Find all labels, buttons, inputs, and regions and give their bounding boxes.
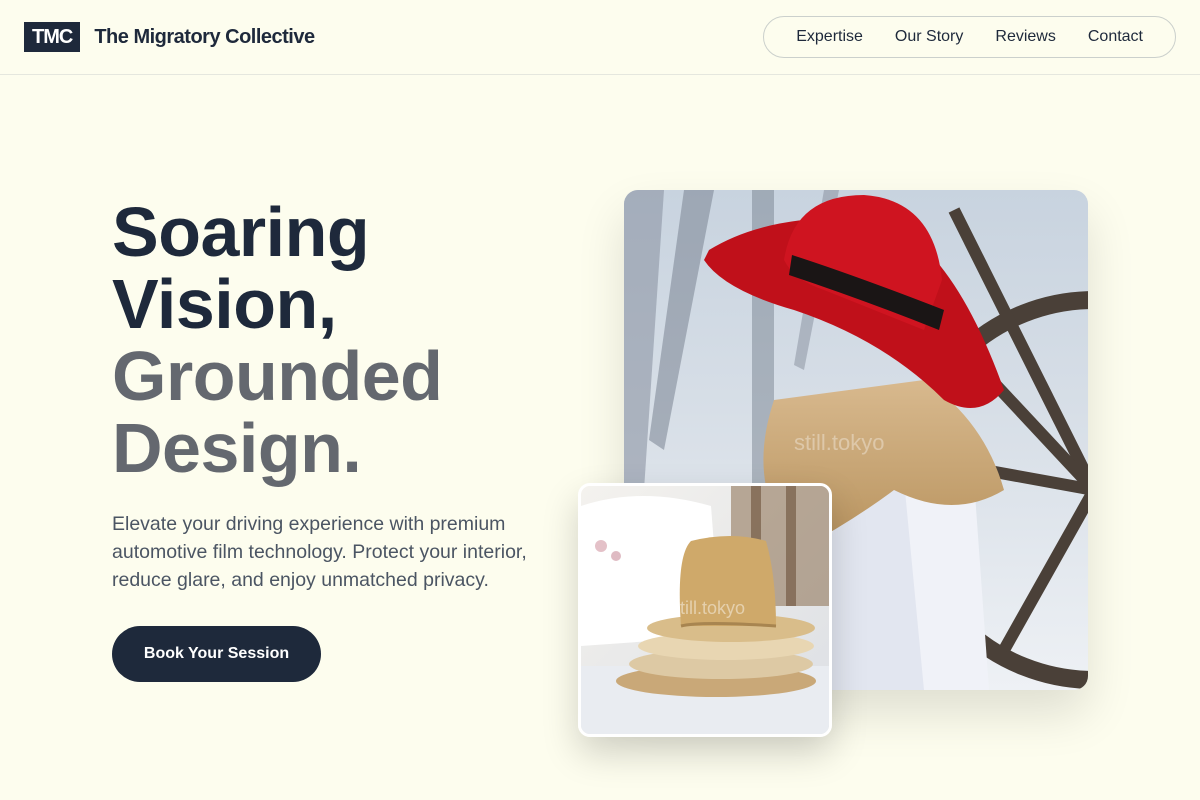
- book-session-button[interactable]: Book Your Session: [112, 626, 321, 682]
- site-header: TMC The Migratory Collective Expertise O…: [0, 0, 1200, 75]
- nav-item-expertise[interactable]: Expertise: [796, 28, 863, 46]
- main-image-watermark: still.tokyo: [794, 430, 884, 455]
- brand-name[interactable]: The Migratory Collective: [94, 26, 315, 49]
- brand[interactable]: TMC The Migratory Collective: [24, 22, 315, 52]
- small-image-watermark: still.tokyo: [671, 598, 745, 618]
- hero-title-line-4: Design.: [112, 409, 362, 487]
- hero-title-line-1: Soaring: [112, 193, 370, 271]
- nav-item-contact[interactable]: Contact: [1088, 28, 1143, 46]
- hero-title-line-3: Grounded: [112, 337, 443, 415]
- hero-title: Soaring Vision, Grounded Design.: [112, 193, 443, 487]
- brand-logo-badge[interactable]: TMC: [24, 22, 81, 52]
- straw-hats-photo: still.tokyo: [581, 486, 829, 734]
- main-nav: Expertise Our Story Reviews Contact: [763, 16, 1176, 58]
- nav-item-reviews[interactable]: Reviews: [995, 28, 1055, 46]
- hero-description: Elevate your driving experience with pre…: [112, 513, 527, 591]
- hero-title-line-2: Vision,: [112, 265, 337, 343]
- hero-image-straw-hats: still.tokyo: [578, 483, 832, 737]
- nav-item-our-story[interactable]: Our Story: [895, 28, 963, 46]
